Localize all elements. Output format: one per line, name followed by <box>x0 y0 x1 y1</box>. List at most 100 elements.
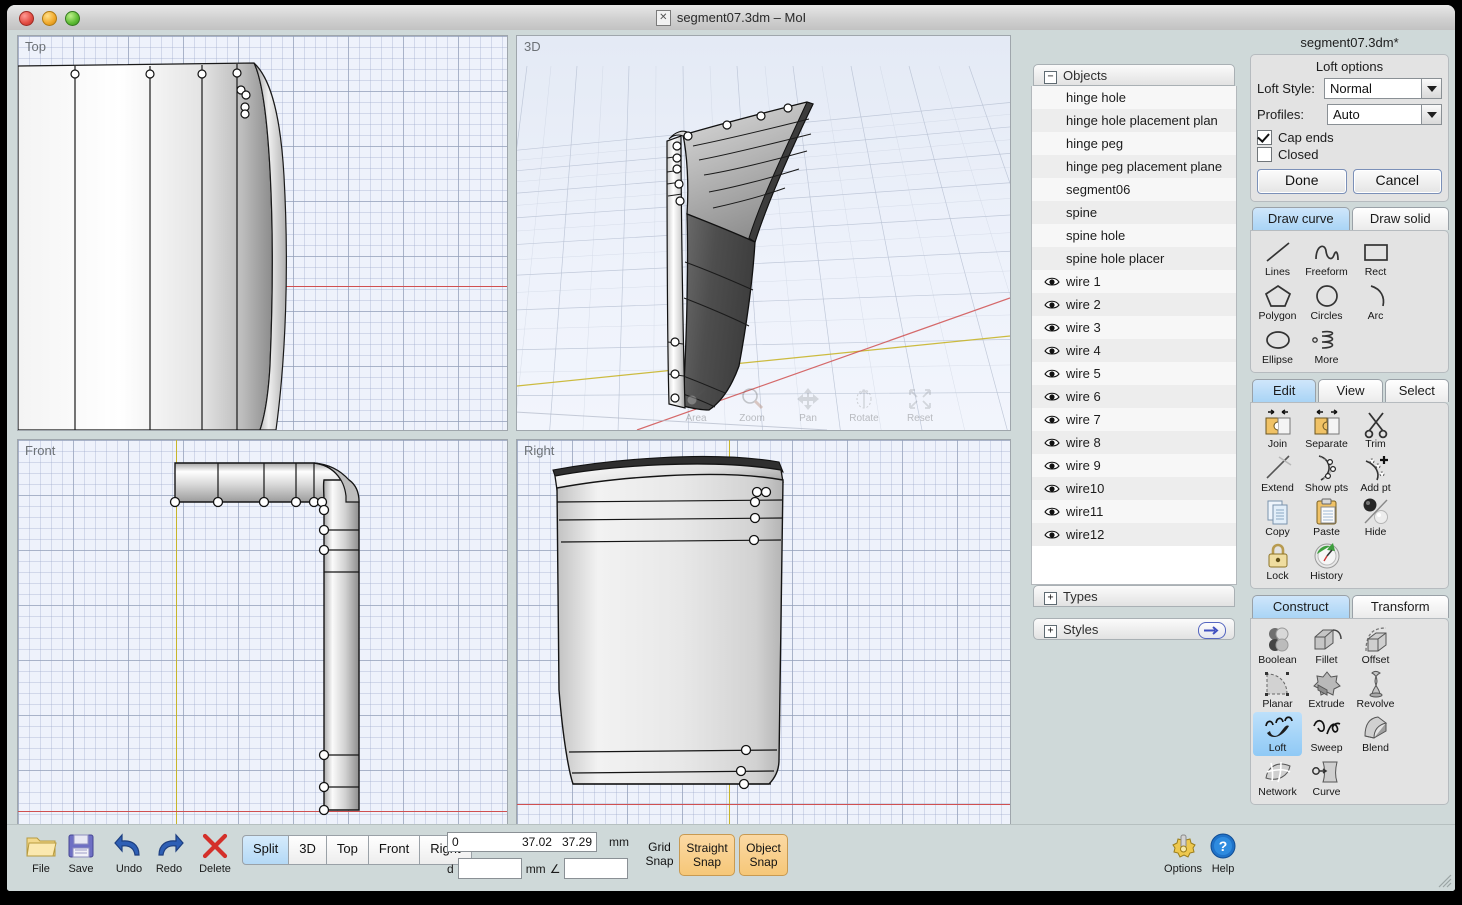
distance-input[interactable] <box>458 858 522 879</box>
objects-list[interactable]: hinge hole hinge hole placement plan hin… <box>1031 86 1237 585</box>
tool-extrude[interactable]: Extrude <box>1302 668 1351 712</box>
chevron-down-icon[interactable] <box>1421 105 1441 124</box>
eye-icon[interactable] <box>1044 506 1060 517</box>
nav-zoom[interactable]: Zoom <box>731 385 773 424</box>
list-item[interactable]: wire 7 <box>1032 408 1236 431</box>
tool-lines[interactable]: Lines <box>1253 236 1302 280</box>
file-button[interactable]: File <box>19 829 63 875</box>
eye-icon[interactable] <box>1044 345 1060 356</box>
eye-icon[interactable] <box>1044 483 1060 494</box>
tool-polygon[interactable]: Polygon <box>1253 280 1302 324</box>
tool-curve[interactable]: Curve <box>1302 756 1351 800</box>
tool-loft[interactable]: Loft <box>1253 712 1302 756</box>
tool-offset[interactable]: Offset <box>1351 624 1400 668</box>
tool-copy[interactable]: Copy <box>1253 496 1302 540</box>
eye-icon[interactable] <box>1044 391 1060 402</box>
viewport-front[interactable]: Front <box>17 439 508 827</box>
tool-hide[interactable]: Hide <box>1351 496 1400 540</box>
list-item[interactable]: segment06 <box>1032 178 1236 201</box>
list-item[interactable]: spine <box>1032 201 1236 224</box>
tool-freeform[interactable]: Freeform <box>1302 236 1351 280</box>
tab-select[interactable]: Select <box>1385 379 1449 402</box>
tab-view[interactable]: View <box>1318 379 1382 402</box>
types-panel-header[interactable]: +Types <box>1033 585 1235 607</box>
view-top-button[interactable]: Top <box>326 835 369 865</box>
tool-planar[interactable]: Planar <box>1253 668 1302 712</box>
tool-revolve[interactable]: Revolve <box>1351 668 1400 712</box>
nav-area[interactable]: Area <box>675 385 717 424</box>
tool-fillet[interactable]: Fillet <box>1302 624 1351 668</box>
object-snap-button[interactable]: Object Snap <box>739 834 788 876</box>
list-item[interactable]: wire12 <box>1032 523 1236 546</box>
expand-icon[interactable]: + <box>1044 592 1057 605</box>
list-item[interactable]: wire 3 <box>1032 316 1236 339</box>
viewport-3d[interactable]: Area Zoom Pan <box>516 35 1011 431</box>
straight-snap-button[interactable]: Straight Snap <box>679 834 735 876</box>
redo-button[interactable]: Redo <box>147 829 191 875</box>
eye-icon[interactable] <box>1044 368 1060 379</box>
tool-paste[interactable]: Paste <box>1302 496 1351 540</box>
tool-ellipse[interactable]: Ellipse <box>1253 324 1302 368</box>
tool-circles[interactable]: Circles <box>1302 280 1351 324</box>
list-item[interactable]: wire10 <box>1032 477 1236 500</box>
resize-grip[interactable] <box>1438 874 1452 888</box>
navigation-widget[interactable]: Area Zoom Pan <box>675 385 941 424</box>
undo-button[interactable]: Undo <box>107 829 151 875</box>
nav-pan[interactable]: Pan <box>787 385 829 424</box>
view-split-button[interactable]: Split <box>242 835 289 865</box>
tool-history[interactable]: History <box>1302 540 1351 584</box>
tab-edit[interactable]: Edit <box>1252 379 1316 402</box>
tab-transform[interactable]: Transform <box>1352 595 1450 618</box>
grid-snap-button[interactable]: Grid Snap <box>637 834 682 874</box>
tool-extend[interactable]: Extend <box>1253 452 1302 496</box>
list-item[interactable]: hinge peg placement plane <box>1032 155 1236 178</box>
view-front-button[interactable]: Front <box>368 835 420 865</box>
collapse-icon[interactable]: − <box>1044 71 1057 84</box>
closed-checkbox[interactable] <box>1257 147 1272 162</box>
list-item[interactable]: wire 6 <box>1032 385 1236 408</box>
tool-arc[interactable]: Arc <box>1351 280 1400 324</box>
nav-reset[interactable]: Reset <box>899 385 941 424</box>
cap-ends-checkbox[interactable] <box>1257 130 1272 145</box>
tool-rect[interactable]: Rect <box>1351 236 1400 280</box>
eye-icon[interactable] <box>1044 299 1060 310</box>
tab-draw-solid[interactable]: Draw solid <box>1352 207 1450 230</box>
tool-boolean[interactable]: Boolean <box>1253 624 1302 668</box>
list-item[interactable]: wire 1 <box>1032 270 1236 293</box>
viewport-top[interactable]: Top <box>17 35 508 431</box>
done-button[interactable]: Done <box>1257 169 1347 194</box>
list-item[interactable]: wire 4 <box>1032 339 1236 362</box>
delete-button[interactable]: Delete <box>193 829 237 875</box>
list-item[interactable]: hinge hole <box>1032 86 1236 109</box>
tab-construct[interactable]: Construct <box>1252 595 1350 618</box>
list-item[interactable]: spine hole <box>1032 224 1236 247</box>
tool-network[interactable]: Network <box>1253 756 1302 800</box>
cancel-button[interactable]: Cancel <box>1353 169 1443 194</box>
tool-trim[interactable]: Trim <box>1351 408 1400 452</box>
eye-icon[interactable] <box>1044 437 1060 448</box>
angle-input[interactable] <box>564 858 628 879</box>
eye-icon[interactable] <box>1044 529 1060 540</box>
tool-sweep[interactable]: Sweep <box>1302 712 1351 756</box>
list-item[interactable]: wire 8 <box>1032 431 1236 454</box>
nav-rotate[interactable]: Rotate <box>843 385 885 424</box>
eye-icon[interactable] <box>1044 322 1060 333</box>
tool-more[interactable]: More <box>1302 324 1351 368</box>
tab-draw-curve[interactable]: Draw curve <box>1252 207 1350 230</box>
eye-icon[interactable] <box>1044 460 1060 471</box>
eye-icon[interactable] <box>1044 414 1060 425</box>
list-item[interactable]: hinge hole placement plan <box>1032 109 1236 132</box>
list-item[interactable]: hinge peg <box>1032 132 1236 155</box>
objects-panel-header[interactable]: −Objects <box>1033 64 1235 86</box>
chevron-down-icon[interactable] <box>1421 79 1441 98</box>
tool-show-pts[interactable]: Show pts <box>1302 452 1351 496</box>
profiles-select[interactable]: Auto <box>1327 104 1442 125</box>
loft-style-select[interactable]: Normal <box>1324 78 1442 99</box>
closed-row[interactable]: Closed <box>1257 147 1442 162</box>
save-button[interactable]: Save <box>59 829 103 875</box>
list-item[interactable]: wire 9 <box>1032 454 1236 477</box>
arrow-right-icon[interactable] <box>1198 622 1226 639</box>
options-button[interactable]: Options <box>1159 829 1207 875</box>
coordinate-input[interactable]: 0 37.02 37.29 <box>447 832 597 852</box>
tool-add-pt[interactable]: Add pt <box>1351 452 1400 496</box>
